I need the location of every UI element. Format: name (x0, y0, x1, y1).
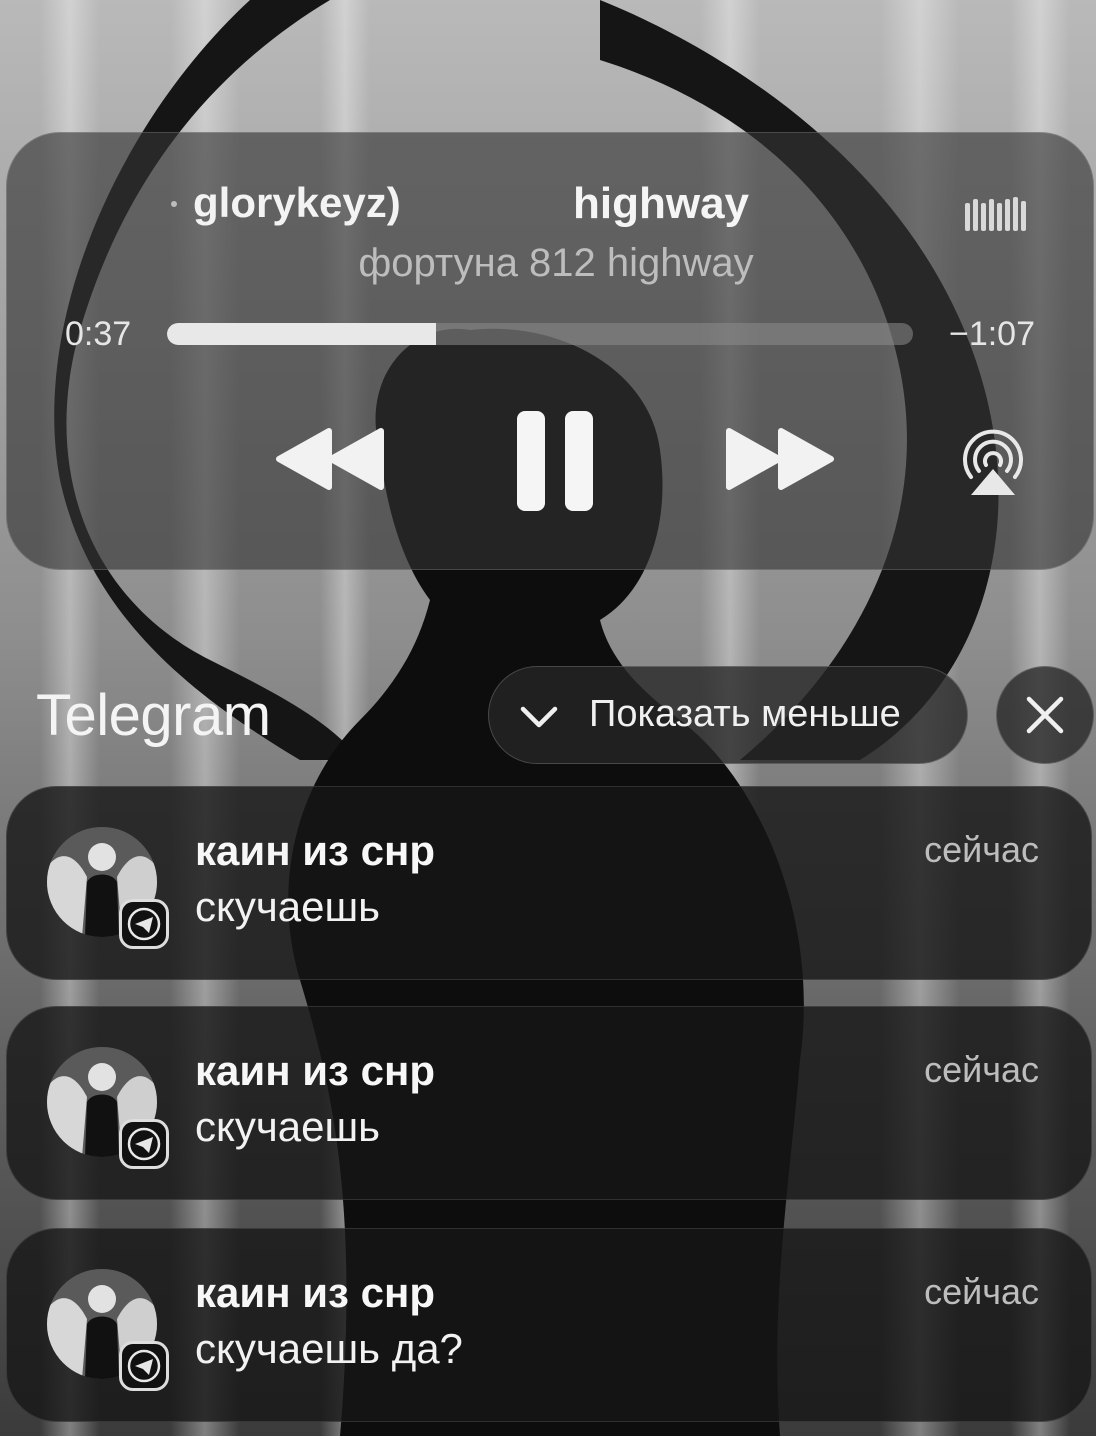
waveform-icon (965, 197, 1026, 231)
elapsed-time: 0:37 (65, 315, 132, 353)
playback-progress-fill (167, 323, 436, 345)
close-icon (1026, 696, 1064, 734)
notification-message: скучаешь (195, 883, 381, 930)
artist-name: фортуна 812 highway (358, 241, 754, 285)
notification-time: сейчас (924, 1271, 1039, 1312)
notification-time: сейчас (924, 829, 1039, 870)
telegram-badge-icon (119, 899, 169, 949)
notification-message: скучаешь (195, 1103, 381, 1150)
now-playing-widget[interactable]: glorykeyz) highway фортуна 812 highway 0… (6, 132, 1094, 570)
pause-icon[interactable] (513, 409, 597, 513)
notification-sender: каин из снр (195, 1269, 435, 1316)
playback-scrubber[interactable] (167, 323, 913, 345)
clear-notifications-button[interactable] (996, 666, 1094, 764)
notification-time: сейчас (924, 1049, 1039, 1090)
airplay-icon[interactable] (955, 425, 1031, 497)
notification-card[interactable]: каин из снр скучаешь сейчас (6, 1006, 1092, 1200)
chevron-down-icon (520, 706, 558, 728)
remaining-time: −1:07 (948, 315, 1035, 353)
track-title: highway (573, 179, 750, 228)
notification-sender: каин из снр (195, 827, 435, 874)
telegram-badge-icon (119, 1119, 169, 1169)
marquee-fade-dot (171, 201, 177, 207)
track-marquee-previous: glorykeyz) (193, 179, 401, 226)
notification-group-title: Telegram (36, 683, 271, 748)
notification-card[interactable]: каин из снр скучаешь да? сейчас (6, 1228, 1092, 1422)
show-less-label: Показать меньше (589, 693, 901, 735)
notification-message: скучаешь да? (195, 1325, 463, 1372)
telegram-badge-icon (119, 1341, 169, 1391)
rewind-icon[interactable] (275, 427, 387, 491)
notification-sender: каин из снр (195, 1047, 435, 1094)
fast-forward-icon[interactable] (723, 427, 835, 491)
notification-card[interactable]: каин из снр скучаешь сейчас (6, 786, 1092, 980)
show-less-button[interactable]: Показать меньше (488, 666, 968, 764)
